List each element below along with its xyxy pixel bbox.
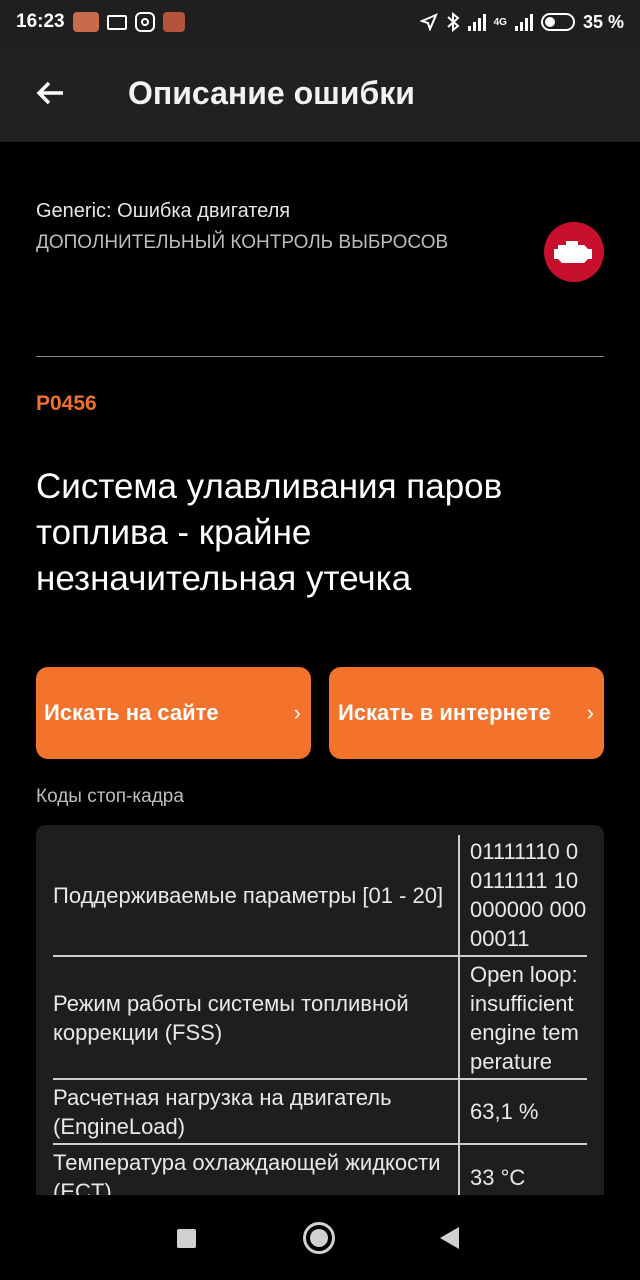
search-site-label: Искать на сайте bbox=[44, 700, 219, 725]
check-engine-icon bbox=[544, 222, 604, 282]
param-value: 01111110 00111111 10000000 00000011 bbox=[458, 835, 587, 955]
signal-icon-2 bbox=[514, 13, 533, 31]
battery-icon bbox=[540, 13, 575, 31]
error-category: Generic: Ошибка двигателя bbox=[36, 200, 291, 222]
error-subcategory: ДОПОЛНИТЕЛЬНЫЙ КОНТРОЛЬ ВЫБРОСОВ bbox=[36, 232, 449, 253]
param-name: Расчетная нагрузка на двигатель (EngineL… bbox=[53, 1084, 392, 1139]
param-value: 33 °C bbox=[458, 1145, 587, 1195]
param-name: Режим работы системы топливной коррекции… bbox=[53, 990, 409, 1045]
status-bar: 16:23 4G 35 % bbox=[0, 0, 640, 44]
table-row: Расчетная нагрузка на двигатель (EngineL… bbox=[53, 1080, 587, 1143]
page-title: Описание ошибки bbox=[128, 74, 415, 111]
param-value: 63,1 % bbox=[458, 1080, 587, 1143]
table-row: Температура охлаждающей жидкости (ECT) 3… bbox=[53, 1145, 587, 1195]
instagram-icon bbox=[134, 12, 155, 32]
signal-icon bbox=[467, 13, 486, 31]
status-time: 16:23 bbox=[16, 11, 65, 32]
param-name: Температура охлаждающей жидкости (ECT) bbox=[53, 1150, 441, 1195]
app-notification-icon bbox=[72, 12, 99, 32]
location-icon bbox=[419, 13, 438, 31]
battery-level: 35 % bbox=[582, 11, 624, 32]
param-name: Поддерживаемые параметры [01 - 20] bbox=[53, 882, 444, 908]
param-value: Open loop: insufficient engine temperatu… bbox=[458, 957, 587, 1078]
chevron-right-icon: › bbox=[293, 700, 301, 725]
recents-button[interactable] bbox=[177, 1229, 196, 1248]
bluetooth-icon bbox=[446, 12, 460, 32]
error-title: Система улавливания паров топлива - край… bbox=[36, 467, 503, 598]
freeze-frame-table[interactable]: Поддерживаемые параметры [01 - 20] 01111… bbox=[36, 825, 604, 1195]
divider bbox=[36, 356, 604, 357]
home-button[interactable] bbox=[303, 1222, 335, 1254]
table-row: Режим работы системы топливной коррекции… bbox=[53, 957, 587, 1078]
search-web-label: Искать в интернете bbox=[338, 700, 551, 725]
network-type: 4G bbox=[493, 16, 507, 28]
freeze-frame-label: Коды стоп-кадра bbox=[36, 786, 184, 807]
system-back-button[interactable] bbox=[440, 1227, 459, 1249]
back-button[interactable] bbox=[0, 44, 100, 142]
chevron-right-icon: › bbox=[586, 700, 594, 725]
search-web-button[interactable]: Искать в интернете › bbox=[329, 667, 604, 759]
table-row: Поддерживаемые параметры [01 - 20] 01111… bbox=[53, 835, 587, 955]
mail-icon bbox=[106, 14, 127, 30]
app-bar: Описание ошибки bbox=[0, 44, 640, 142]
search-site-button[interactable]: Искать на сайте › bbox=[36, 667, 311, 759]
arrow-left-icon bbox=[36, 81, 63, 105]
error-code: P0456 bbox=[36, 392, 97, 415]
app-notification-icon bbox=[162, 12, 185, 32]
